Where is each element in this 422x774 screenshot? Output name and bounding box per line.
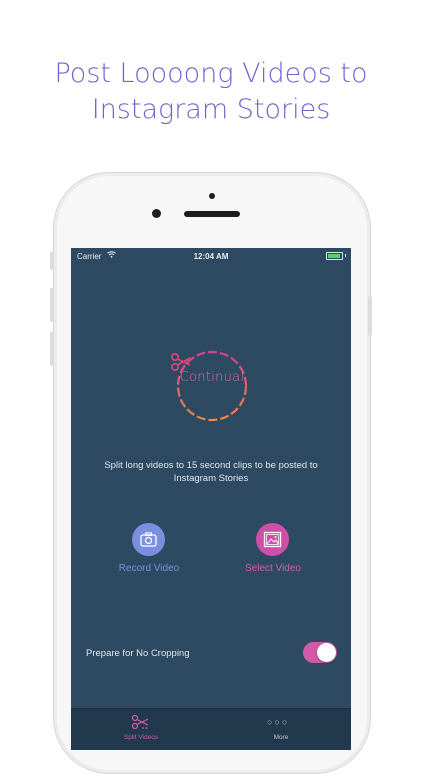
more-dots-icon: ○○○ xyxy=(267,717,290,727)
select-video-button[interactable] xyxy=(256,523,289,556)
scissors-icon xyxy=(131,714,149,730)
status-bar: Carrier 12:04 AM xyxy=(71,248,351,264)
earpiece-speaker xyxy=(184,211,240,217)
record-video-button[interactable] xyxy=(132,523,165,556)
promo-headline: Post Loooong Videos to Instagram Stories xyxy=(0,56,422,128)
mute-switch xyxy=(50,252,54,270)
proximity-sensor xyxy=(209,193,215,199)
clock: 12:04 AM xyxy=(193,252,229,261)
image-icon xyxy=(263,531,282,548)
select-video-label[interactable]: Select Video xyxy=(223,563,323,574)
no-cropping-label: Prepare for No Cropping xyxy=(86,648,190,659)
no-cropping-toggle[interactable] xyxy=(303,642,337,663)
logo-text: Continual xyxy=(179,370,245,385)
continual-logo-icon xyxy=(170,350,248,422)
power-button xyxy=(368,296,372,336)
front-camera xyxy=(152,209,161,218)
toggle-knob[interactable] xyxy=(317,643,336,662)
volume-up-button xyxy=(50,288,54,322)
volume-down-button xyxy=(50,332,54,366)
app-description: Split long videos to 15 second clips to … xyxy=(104,460,318,484)
promo-headline-line1: Post Loooong Videos to xyxy=(54,58,368,89)
battery-icon xyxy=(326,252,343,260)
battery-level xyxy=(328,254,340,258)
camera-icon xyxy=(140,532,157,547)
tab-more-label: More xyxy=(273,734,289,741)
record-video-label[interactable]: Record Video xyxy=(99,563,199,574)
app-screen: Carrier 12:04 AM Continual Split long vi… xyxy=(71,248,351,750)
battery-tip xyxy=(345,254,346,257)
tab-more[interactable]: ○○○ More xyxy=(211,709,351,750)
tab-split-videos-label: Split Videos xyxy=(123,734,159,741)
promo-headline-line2: Instagram Stories xyxy=(91,94,331,125)
tab-bar: Split Videos ○○○ More xyxy=(71,708,351,750)
tab-split-videos[interactable]: Split Videos xyxy=(71,709,211,750)
